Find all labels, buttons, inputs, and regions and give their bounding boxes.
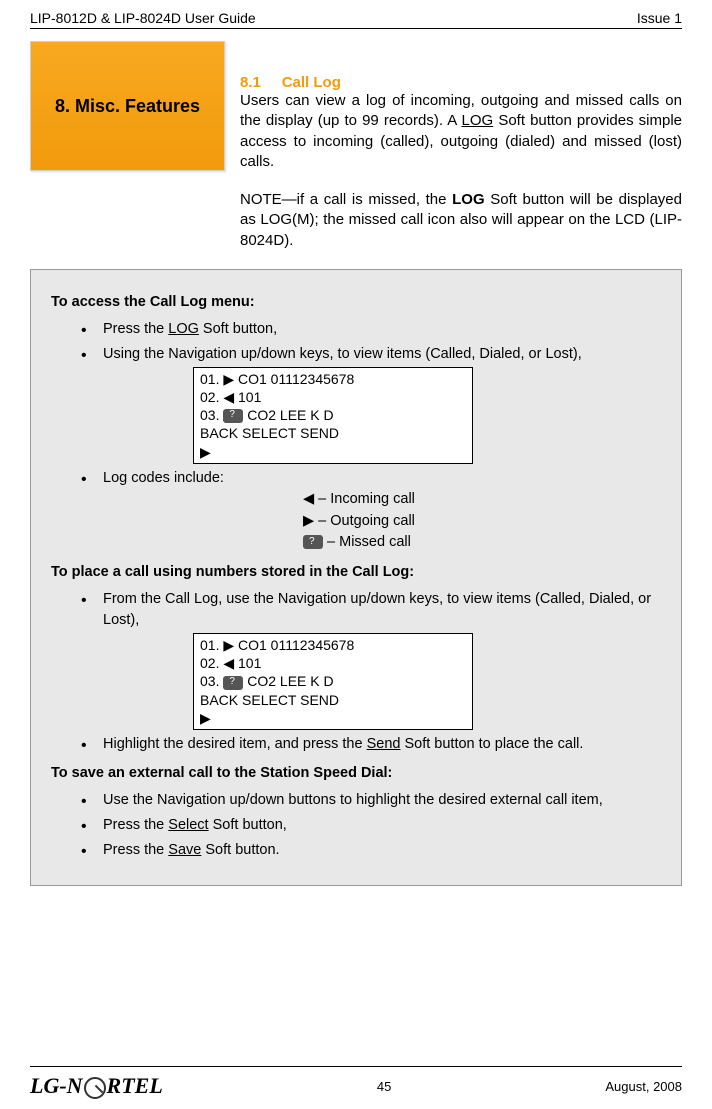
heading-place-call: To place a call using numbers stored in …	[51, 562, 661, 583]
lcd-line: ▶	[200, 709, 466, 727]
bullet-nav-keys: Using the Navigation up/down keys, to vi…	[81, 344, 661, 464]
lcd-line: 03. CO2 LEE K D	[200, 406, 466, 424]
lcd-line: 02. ◀ 101	[200, 388, 466, 406]
send-softbutton: Send	[367, 736, 401, 752]
bullet-text: Soft button.	[201, 842, 279, 858]
missed-icon	[303, 535, 323, 549]
bullet-highlight-send: Highlight the desired item, and press th…	[81, 734, 661, 755]
code-missed-text: – Missed call	[323, 534, 411, 550]
bullet-text: Press the	[103, 842, 168, 858]
bullet-text: Using the Navigation up/down keys, to vi…	[103, 346, 582, 362]
bullet-text: Press the	[103, 817, 168, 833]
list-place-call: From the Call Log, use the Navigation up…	[81, 589, 661, 755]
lcd-prefix: 03.	[200, 407, 223, 423]
list-access: Press the LOG Soft button, Using the Nav…	[81, 319, 661, 554]
header-right: Issue 1	[637, 10, 682, 26]
bullet-from-log: From the Call Log, use the Navigation up…	[81, 589, 661, 730]
bullet-press-select: Press the Select Soft button,	[81, 815, 661, 836]
lcd-display-2: 01. ▶ CO1 01112345678 02. ◀ 101 03. CO2 …	[193, 633, 473, 730]
page-footer: LG-N RTEL 45 August, 2008	[30, 1066, 682, 1099]
bullet-text: Soft button to place the call.	[400, 736, 583, 752]
bullet-text: Press the	[103, 321, 168, 337]
log-bold: LOG	[452, 191, 485, 208]
lcd-suffix: CO2 LEE K D	[243, 407, 333, 423]
code-missed: – Missed call	[303, 532, 661, 554]
lcd-display-1: 01. ▶ CO1 01112345678 02. ◀ 101 03. CO2 …	[193, 367, 473, 464]
log-codes-list: ◀ – Incoming call ▶ – Outgoing call – Mi…	[303, 489, 661, 554]
log-softbutton: LOG	[168, 321, 199, 337]
bullet-nav-highlight: Use the Navigation up/down buttons to hi…	[81, 790, 661, 811]
bullet-text: Log codes include:	[103, 470, 224, 486]
bullet-text: From the Call Log, use the Navigation up…	[103, 591, 651, 628]
lcd-line: 01. ▶ CO1 01112345678	[200, 370, 466, 388]
heading-save-speed-dial: To save an external call to the Station …	[51, 763, 661, 784]
missed-icon	[223, 409, 243, 423]
bullet-text: Soft button,	[199, 321, 277, 337]
header-left: LIP-8012D & LIP-8024D User Guide	[30, 10, 256, 26]
lcd-line: 03. CO2 LEE K D	[200, 672, 466, 690]
lcd-suffix: CO2 LEE K D	[243, 673, 333, 689]
feature-box: 8. Misc. Features	[30, 41, 225, 171]
select-softbutton: Select	[168, 817, 208, 833]
feature-box-title: 8. Misc. Features	[55, 96, 200, 117]
lcd-line: BACK SELECT SEND	[200, 691, 466, 709]
lcd-line: BACK SELECT SEND	[200, 424, 466, 442]
log-underline: LOG	[462, 112, 494, 129]
code-incoming: ◀ – Incoming call	[303, 489, 661, 511]
bullet-text: Use the Navigation up/down buttons to hi…	[103, 792, 603, 808]
footer-divider	[30, 1066, 682, 1067]
logo-circle-icon	[84, 1077, 106, 1099]
lcd-line: 01. ▶ CO1 01112345678	[200, 636, 466, 654]
list-save: Use the Navigation up/down buttons to hi…	[81, 790, 661, 861]
page-number: 45	[377, 1079, 391, 1094]
page-header: LIP-8012D & LIP-8024D User Guide Issue 1	[30, 10, 682, 29]
bullet-log-codes: Log codes include: ◀ – Incoming call ▶ –…	[81, 468, 661, 554]
intro-p2: NOTE—if a call is missed, the LOG Soft b…	[240, 190, 682, 251]
bullet-press-save: Press the Save Soft button.	[81, 840, 661, 861]
intro-p1: Users can view a log of incoming, outgoi…	[240, 91, 682, 172]
footer-date: August, 2008	[605, 1079, 682, 1094]
section-number: 8.1	[240, 74, 261, 91]
lcd-line: ▶	[200, 443, 466, 461]
section-title: Call Log	[282, 74, 341, 91]
missed-icon	[223, 676, 243, 690]
logo-left: LG-N	[30, 1073, 83, 1099]
lg-nortel-logo: LG-N RTEL	[30, 1073, 163, 1099]
bullet-text: Highlight the desired item, and press th…	[103, 736, 367, 752]
code-outgoing: ▶ – Outgoing call	[303, 511, 661, 533]
lcd-prefix: 03.	[200, 673, 223, 689]
bullet-text: Soft button,	[209, 817, 287, 833]
save-softbutton: Save	[168, 842, 201, 858]
heading-access: To access the Call Log menu:	[51, 292, 661, 313]
intro-p2-a: NOTE—if a call is missed, the	[240, 191, 452, 208]
bullet-press-log: Press the LOG Soft button,	[81, 319, 661, 340]
instructions-box: To access the Call Log menu: Press the L…	[30, 269, 682, 886]
logo-right: RTEL	[107, 1073, 163, 1099]
lcd-line: 02. ◀ 101	[200, 654, 466, 672]
